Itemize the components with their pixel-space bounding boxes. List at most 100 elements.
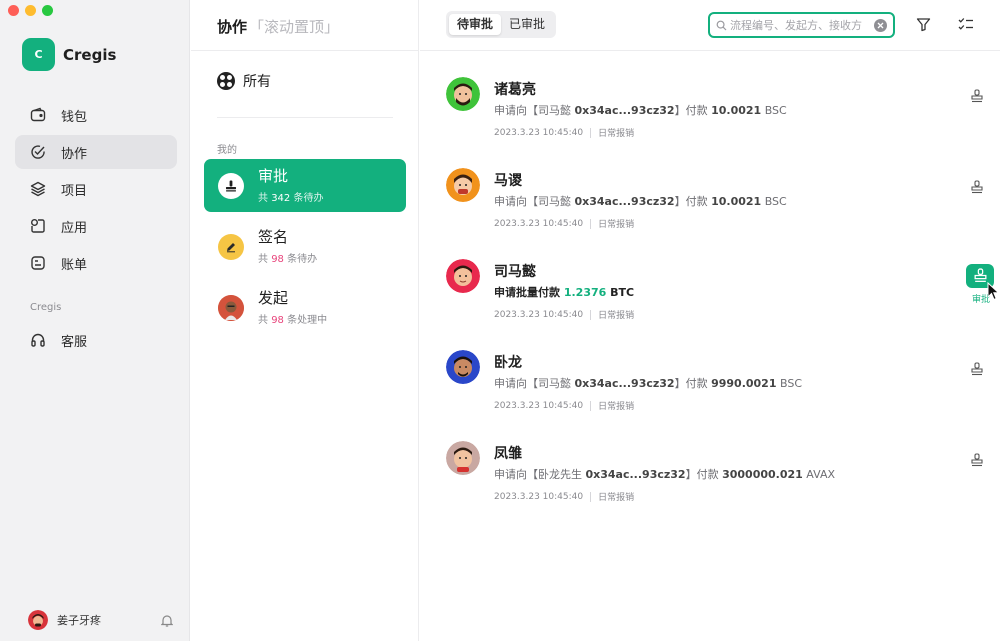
request-description: 申请向【司马懿 0x34ac...93cz32】付款 10.0021 BSC [494, 195, 787, 208]
category-count-text: 共 342 条待办 [258, 193, 324, 204]
applicant-name: 司马懿 [494, 264, 536, 280]
sidebar-nav-secondary: 客服 [15, 323, 177, 360]
amount: 9990.0021 [711, 377, 777, 390]
check-circle-icon [29, 143, 47, 161]
clear-search-icon[interactable] [874, 18, 887, 32]
divider [217, 117, 393, 118]
layers-icon [29, 180, 47, 198]
category-count: 98 [271, 315, 284, 326]
category-title: 签名 [258, 228, 289, 246]
sidebar-item-projects[interactable]: 项目 [15, 172, 177, 206]
category-count-text: 共 98 条处理中 [258, 315, 328, 326]
brand-name: Cregis [63, 45, 117, 64]
list-item[interactable]: 凤雏 申请向【卧龙先生 0x34ac...93cz32】付款 3000000.0… [446, 424, 986, 515]
brand-logo: C [22, 38, 55, 71]
category-panel: 协作 「滚动置顶」 所有 我的 审批 共 342 条待办 签名 共 98 条待办 … [191, 0, 419, 641]
search-box [708, 12, 895, 38]
list-item[interactable]: 马谡 申请向【司马懿 0x34ac...93cz32】付款 10.0021 BS… [446, 151, 986, 242]
sidebar-item-bills[interactable]: 账单 [15, 246, 177, 280]
batch-select-icon[interactable] [957, 15, 975, 33]
category-initiate[interactable]: 发起 共 98 条处理中 [204, 281, 406, 334]
avatar [446, 168, 480, 202]
initiator-avatar [218, 294, 244, 321]
search-input[interactable] [730, 18, 874, 32]
chain: BSC [764, 104, 787, 117]
approve-stamp-button[interactable] [968, 178, 986, 196]
address: 0x34ac...93cz32 [574, 377, 675, 390]
tab-pending[interactable]: 待审批 [449, 14, 502, 35]
applicant-name: 诸葛亮 [494, 82, 536, 98]
amount: 10.0021 [711, 195, 762, 208]
maximize-window-button[interactable] [42, 5, 53, 16]
category-count: 342 [271, 193, 291, 204]
tab-approved[interactable]: 已审批 [501, 14, 553, 35]
list-item[interactable]: 司马懿 申请批量付款 1.2376 BTC 2023.3.23 10:45:40… [446, 242, 1000, 333]
address: 0x34ac...93cz32 [574, 195, 675, 208]
chain: BSC [764, 195, 787, 208]
category-approve[interactable]: 审批 共 342 条待办 [204, 159, 406, 212]
filter-all-label: 所有 [243, 74, 271, 90]
sidebar-item-apps[interactable]: 应用 [15, 209, 177, 243]
chain: BTC [610, 286, 635, 299]
request-meta: 2023.3.23 10:45:40 日常报销 [494, 490, 634, 503]
applicant-name: 凤雏 [494, 446, 522, 462]
list-item[interactable]: 诸葛亮 申请向【司马懿 0x34ac...93cz32】付款 10.0021 B… [446, 60, 986, 151]
sidebar-item-label: 协作 [61, 146, 88, 162]
amount: 10.0021 [711, 104, 762, 117]
request-meta: 2023.3.23 10:45:40 日常报销 [494, 308, 634, 321]
panel-header: 协作 「滚动置顶」 [191, 0, 418, 51]
sidebar-item-label: 项目 [61, 183, 88, 199]
pen-icon [218, 233, 244, 260]
request-meta: 2023.3.23 10:45:40 日常报销 [494, 217, 634, 230]
amount: 3000000.021 [722, 468, 803, 481]
sidebar-item-label: 钱包 [61, 109, 88, 125]
sidebar-item-label: 应用 [61, 220, 88, 236]
approval-list-panel: 待审批 已审批 诸葛亮 申请向【司马懿 0x34ac...93cz32】付款 1… [420, 0, 1000, 641]
category-tag: 日常报销 [598, 493, 635, 503]
approve-stamp-button[interactable] [968, 87, 986, 105]
minimize-window-button[interactable] [25, 5, 36, 16]
sidebar-item-label: 账单 [61, 257, 88, 273]
category-count: 98 [271, 254, 284, 265]
category-sign[interactable]: 签名 共 98 条待办 [204, 220, 406, 273]
request-meta: 2023.3.23 10:45:40 日常报销 [494, 399, 634, 412]
approval-list: 诸葛亮 申请向【司马懿 0x34ac...93cz32】付款 10.0021 B… [446, 60, 1000, 515]
sidebar-item-collab[interactable]: 协作 [15, 135, 177, 169]
avatar [446, 77, 480, 111]
approve-stamp-button[interactable] [968, 360, 986, 378]
timestamp: 2023.3.23 10:45:40 [494, 491, 584, 502]
close-window-button[interactable] [8, 5, 19, 16]
panel-title: 协作 [217, 18, 248, 36]
approve-stamp-button[interactable] [968, 451, 986, 469]
grid-dots-icon [217, 72, 235, 90]
category-title: 发起 [258, 289, 289, 307]
avatar [446, 441, 480, 475]
timestamp: 2023.3.23 10:45:40 [494, 127, 584, 138]
filter-all[interactable]: 所有 [217, 71, 271, 91]
filter-icon[interactable] [914, 15, 932, 33]
stamp-icon [218, 172, 244, 199]
category-tag: 日常报销 [598, 220, 635, 230]
request-description: 申请向【卧龙先生 0x34ac...93cz32】付款 3000000.021 … [494, 468, 835, 481]
amount: 1.2376 [563, 286, 607, 299]
user-name: 姜子牙疼 [57, 614, 101, 627]
request-description: 申请向【司马懿 0x34ac...93cz32】付款 10.0021 BSC [494, 104, 787, 117]
category-tag: 日常报销 [598, 402, 635, 412]
sidebar-item-support[interactable]: 客服 [15, 323, 177, 357]
list-item[interactable]: 卧龙 申请向【司马懿 0x34ac...93cz32】付款 9990.0021 … [446, 333, 986, 424]
applicant-name: 卧龙 [494, 355, 522, 371]
sidebar-item-wallet[interactable]: 钱包 [15, 98, 177, 132]
window-controls [8, 5, 53, 16]
bill-icon [29, 254, 47, 272]
brand: C Cregis [22, 38, 116, 71]
sidebar-item-label: 客服 [61, 334, 88, 350]
sidebar-section-label: Cregis [30, 302, 62, 313]
user-bar: 姜子牙疼 [28, 610, 174, 630]
section-label-mine: 我的 [217, 145, 237, 156]
chain: AVAX [806, 468, 835, 481]
request-meta: 2023.3.23 10:45:40 日常报销 [494, 126, 634, 139]
search-icon [716, 20, 727, 30]
timestamp: 2023.3.23 10:45:40 [494, 218, 584, 229]
avatar[interactable] [28, 610, 48, 630]
bell-icon[interactable] [160, 613, 174, 627]
